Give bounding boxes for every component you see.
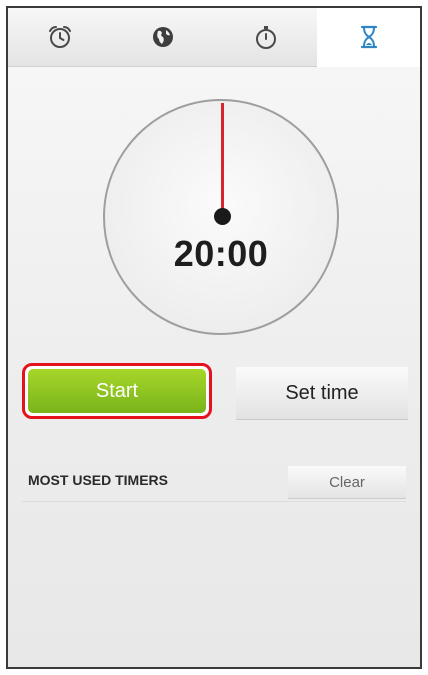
- most-used-timers-heading: MOST USED TIMERS: [28, 472, 169, 488]
- stopwatch-icon: [253, 24, 279, 50]
- timer-hand: [221, 103, 224, 221]
- start-button[interactable]: Start: [22, 363, 212, 419]
- world-clock-icon: [150, 24, 176, 50]
- section-divider: [22, 501, 406, 502]
- alarm-clock-icon: [47, 24, 73, 50]
- timer-dial[interactable]: 20:00: [103, 99, 339, 335]
- timer-screen: 20:00 Start Set time MOST USED TIMERS Cl…: [8, 67, 420, 667]
- tab-bar: [8, 8, 420, 67]
- start-button-label: Start: [28, 369, 206, 413]
- tab-world-clock[interactable]: [111, 8, 214, 66]
- dial-center: [214, 208, 231, 225]
- tab-stopwatch[interactable]: [214, 8, 317, 66]
- app-frame: 20:00 Start Set time MOST USED TIMERS Cl…: [6, 6, 422, 669]
- hourglass-timer-icon: [356, 24, 382, 50]
- timer-display: 20:00: [173, 233, 269, 274]
- set-time-button[interactable]: Set time: [236, 367, 408, 420]
- clear-button[interactable]: Clear: [288, 466, 406, 499]
- tab-alarm[interactable]: [8, 8, 111, 66]
- tab-timer[interactable]: [317, 8, 420, 67]
